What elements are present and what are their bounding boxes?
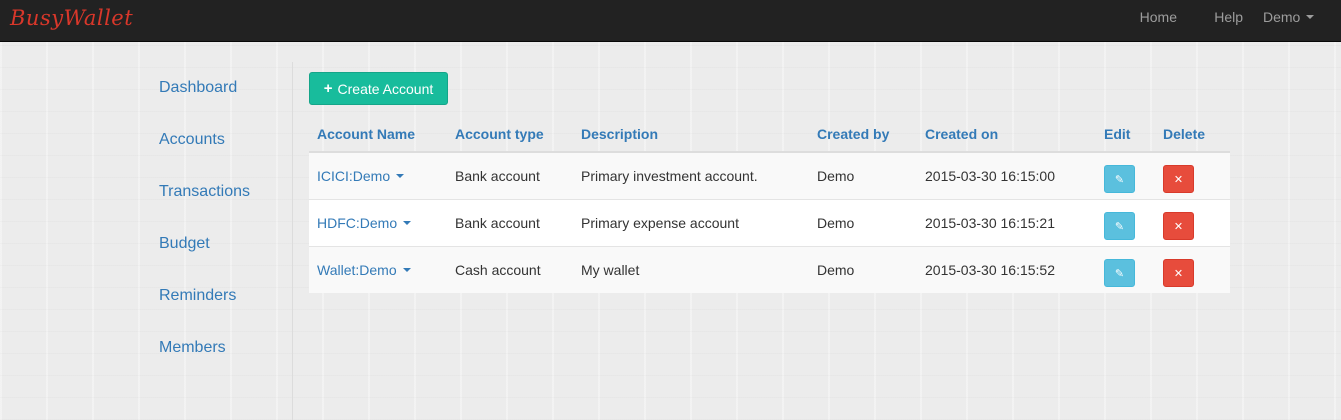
header-account-name[interactable]: Account Name (309, 116, 447, 153)
cell-description: Primary expense account (573, 198, 809, 246)
cell-edit: ✎ (1096, 245, 1155, 293)
sidebar-item-accounts[interactable]: Accounts (147, 114, 292, 166)
cell-delete: ✕ (1155, 151, 1230, 199)
sidebar-item-reminders[interactable]: Reminders (147, 270, 292, 322)
header-account-type[interactable]: Account type (447, 116, 573, 153)
cell-created-on: 2015-03-30 16:15:00 (917, 151, 1096, 199)
nav-home[interactable]: Home (1126, 0, 1191, 34)
delete-button[interactable]: ✕ (1163, 259, 1194, 288)
delete-button[interactable]: ✕ (1163, 212, 1194, 240)
sidebar: Dashboard Accounts Transactions Budget R… (147, 62, 293, 420)
table-row: ICICI:Demo Bank account Primary investme… (309, 151, 1230, 199)
close-icon: ✕ (1173, 267, 1184, 280)
top-navbar: BusyWallet Home Help Demo (0, 0, 1341, 42)
table-row: HDFC:Demo Bank account Primary expense a… (309, 198, 1230, 246)
sidebar-item-transactions[interactable]: Transactions (147, 166, 292, 218)
cell-edit: ✎ (1096, 198, 1155, 246)
close-icon: ✕ (1173, 220, 1184, 233)
edit-button[interactable]: ✎ (1104, 165, 1135, 194)
account-name-text: Wallet:Demo (317, 261, 397, 278)
plus-icon: + (323, 80, 333, 97)
header-created-on[interactable]: Created on (917, 116, 1096, 153)
accounts-table-wrapper: Account Name Account type Description Cr… (309, 116, 1230, 293)
header-created-by[interactable]: Created by (809, 116, 917, 153)
sidebar-item-members[interactable]: Members (147, 322, 292, 374)
table-header-row: Account Name Account type Description Cr… (309, 116, 1230, 153)
cell-delete: ✕ (1155, 198, 1230, 246)
account-name-text: HDFC:Demo (317, 214, 398, 231)
chevron-down-icon (403, 220, 412, 225)
cell-description: Primary investment account. (573, 151, 809, 199)
cell-edit: ✎ (1096, 151, 1155, 199)
cell-created-on: 2015-03-30 16:15:21 (917, 198, 1096, 246)
accounts-table: Account Name Account type Description Cr… (309, 116, 1230, 293)
cell-created-by: Demo (809, 151, 917, 199)
edit-button[interactable]: ✎ (1104, 259, 1135, 288)
edit-button[interactable]: ✎ (1104, 212, 1135, 240)
cell-account-name[interactable]: HDFC:Demo (309, 198, 447, 246)
nav-user-menu[interactable]: Demo (1249, 0, 1329, 34)
cell-account-type: Bank account (447, 198, 573, 246)
header-description[interactable]: Description (573, 116, 809, 153)
cell-created-by: Demo (809, 245, 917, 293)
account-name-text: ICICI:Demo (317, 167, 391, 184)
pencil-icon: ✎ (1114, 267, 1125, 280)
account-dropdown[interactable]: HDFC:Demo (317, 214, 412, 231)
pencil-icon: ✎ (1114, 220, 1125, 233)
cell-account-type: Cash account (447, 245, 573, 293)
brand-logo[interactable]: BusyWallet (10, 6, 133, 30)
table-row: Wallet:Demo Cash account My wallet Demo … (309, 245, 1230, 293)
chevron-down-icon (396, 173, 405, 178)
cell-created-on: 2015-03-30 16:15:52 (917, 245, 1096, 293)
sidebar-item-dashboard[interactable]: Dashboard (147, 62, 292, 114)
header-delete: Delete (1155, 116, 1230, 153)
close-icon: ✕ (1173, 173, 1184, 186)
chevron-down-icon (1306, 15, 1315, 19)
chevron-down-icon (402, 267, 411, 272)
cell-account-name[interactable]: ICICI:Demo (309, 151, 447, 199)
delete-button[interactable]: ✕ (1163, 165, 1194, 194)
create-account-label: Create Account (337, 80, 434, 97)
pencil-icon: ✎ (1114, 173, 1125, 186)
sidebar-item-budget[interactable]: Budget (147, 218, 292, 270)
cell-description: My wallet (573, 245, 809, 293)
cell-account-type: Bank account (447, 151, 573, 199)
account-dropdown[interactable]: ICICI:Demo (317, 167, 405, 184)
cell-account-name[interactable]: Wallet:Demo (309, 245, 447, 293)
nav-user-label: Demo (1263, 9, 1301, 25)
cell-created-by: Demo (809, 198, 917, 246)
header-edit: Edit (1096, 116, 1155, 153)
cell-delete: ✕ (1155, 245, 1230, 293)
create-account-button[interactable]: + Create Account (309, 72, 448, 105)
account-dropdown[interactable]: Wallet:Demo (317, 262, 411, 278)
